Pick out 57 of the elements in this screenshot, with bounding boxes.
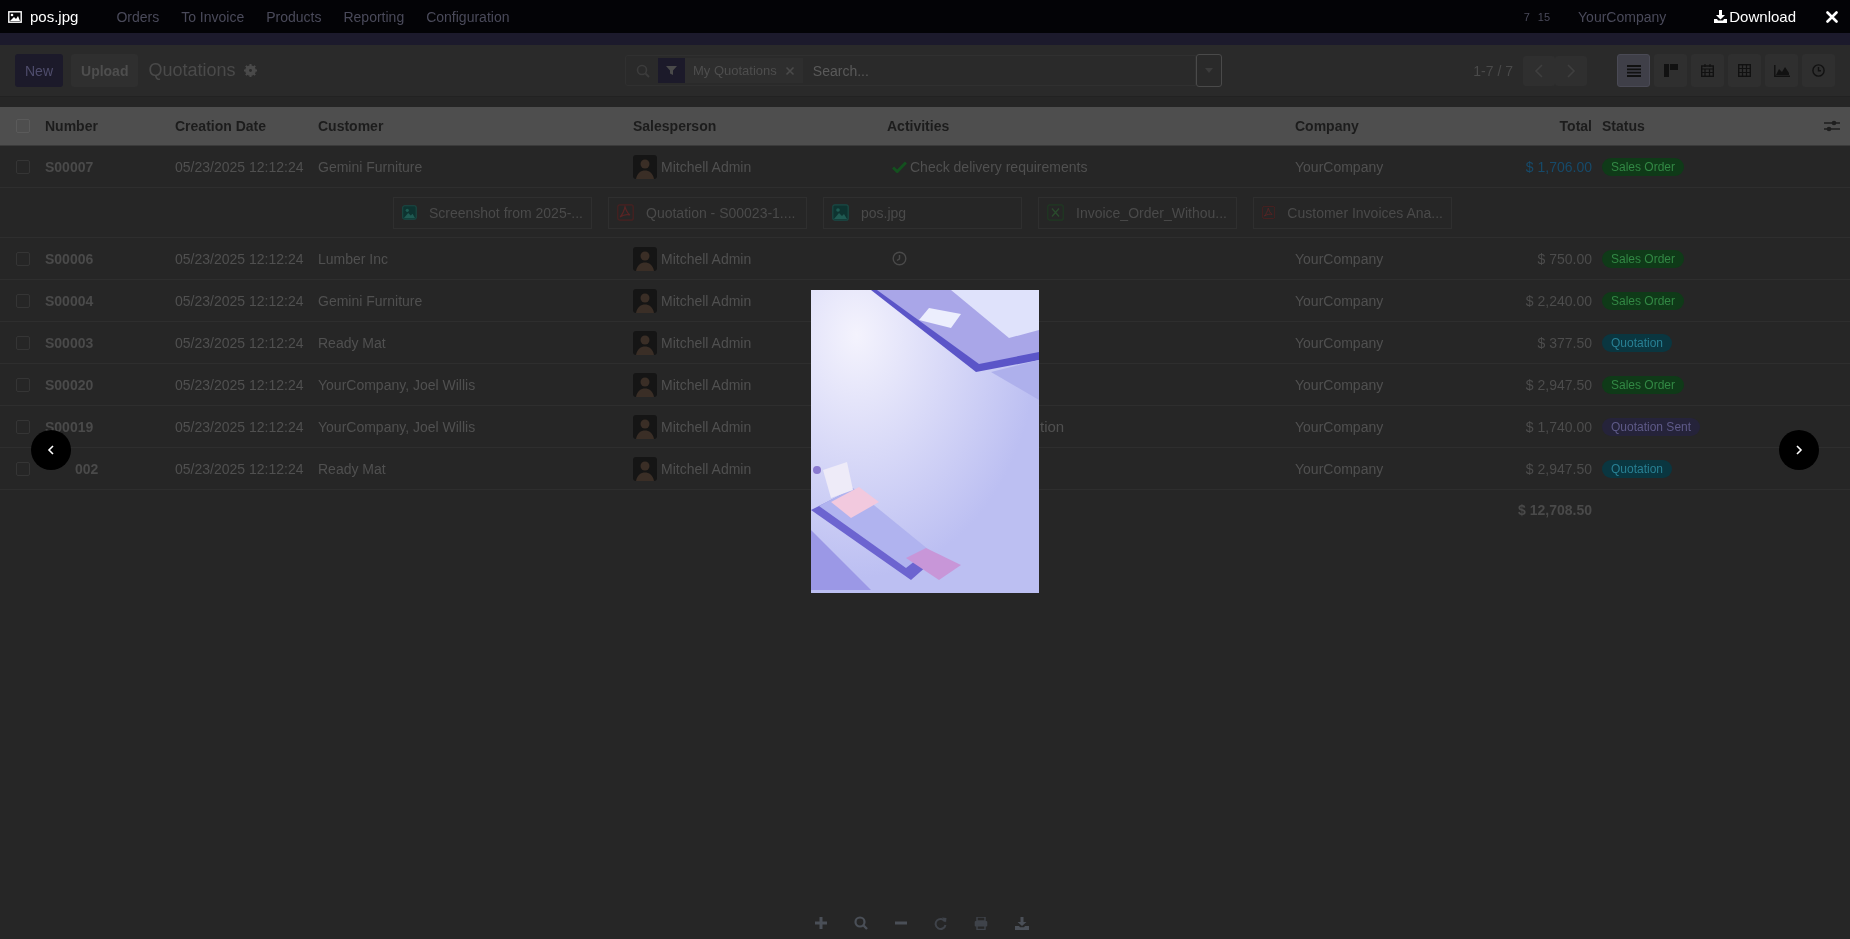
dropdown-toggle[interactable]: [1196, 54, 1222, 87]
status-tag: Quotation: [1602, 333, 1673, 352]
status-tag: Sales Order: [1602, 249, 1685, 268]
file-name: pos.jpg: [30, 8, 79, 25]
avatar-icon: [633, 154, 657, 179]
rotate-icon[interactable]: [934, 916, 947, 930]
calendar-icon[interactable]: [1691, 54, 1724, 87]
menu-item[interactable]: Orders: [116, 8, 160, 25]
pdf-file-icon: [1262, 204, 1276, 221]
download-button[interactable]: Download: [1714, 8, 1796, 25]
filter-icon: [666, 65, 677, 76]
checkmark-icon: [892, 160, 907, 173]
status-tag: Sales Order: [1602, 157, 1685, 176]
area-chart-icon[interactable]: [1765, 54, 1798, 87]
avatar-icon: [633, 330, 657, 355]
kanban-view-icon[interactable]: [1654, 54, 1687, 87]
pdf-file-icon: [617, 204, 634, 221]
menu-item[interactable]: Reporting: [343, 8, 405, 25]
sliders-icon[interactable]: [1824, 119, 1840, 133]
menu-item[interactable]: To Invoice: [181, 8, 245, 25]
avatar-icon: [633, 372, 657, 397]
message-count: 7: [1523, 10, 1530, 23]
search-icon[interactable]: [854, 916, 868, 930]
zoom-out-icon[interactable]: [895, 921, 907, 925]
company-name: YourCompany: [1578, 8, 1667, 25]
printer-icon[interactable]: [974, 916, 988, 930]
status-tag: Quotation Sent: [1602, 417, 1701, 436]
avatar-icon: [633, 246, 657, 271]
table-cell: $ 1,706.00: [1525, 158, 1592, 175]
status-tag: Sales Order: [1602, 291, 1685, 310]
menu-item[interactable]: Products: [266, 8, 322, 25]
clock-icon[interactable]: [892, 251, 907, 266]
list-view-icon[interactable]: [1617, 54, 1650, 87]
avatar-icon: [633, 456, 657, 481]
avatar-icon: [633, 288, 657, 313]
status-tag: Sales Order: [1602, 375, 1685, 394]
remove-icon[interactable]: [784, 65, 795, 76]
image-icon: [8, 10, 22, 23]
avatar-icon: [633, 414, 657, 439]
chevron-right-icon: [1795, 445, 1803, 455]
previous-image-button[interactable]: [31, 430, 71, 470]
image-file-icon: [402, 204, 417, 221]
close-icon[interactable]: [1826, 10, 1838, 23]
download-icon[interactable]: [1015, 916, 1029, 930]
gear-icon[interactable]: [243, 64, 257, 77]
spreadsheet-file-icon: [1047, 204, 1064, 221]
zoom-in-icon[interactable]: [815, 917, 827, 929]
image-file-icon: [832, 204, 849, 221]
clock-icon[interactable]: [1802, 54, 1835, 87]
download-icon: [1714, 10, 1728, 23]
new-button[interactable]: New: [15, 54, 63, 87]
next-image-button[interactable]: [1779, 430, 1819, 470]
status-tag: Quotation: [1602, 459, 1673, 478]
chevron-left-icon: [47, 445, 55, 455]
activity-count: 15: [1537, 10, 1551, 23]
menu-item[interactable]: Configuration: [426, 8, 510, 25]
table-grid-icon[interactable]: [1728, 54, 1761, 87]
